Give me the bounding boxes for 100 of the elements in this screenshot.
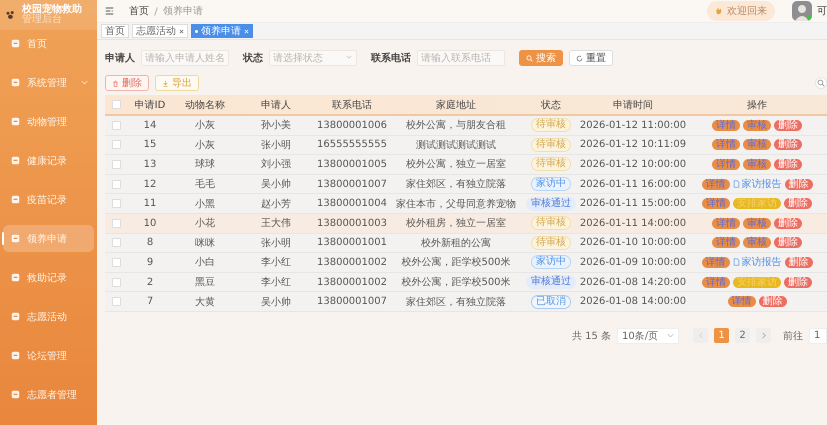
table-cell-text: 李小红 — [260, 276, 292, 290]
menu-icon — [11, 78, 20, 87]
sidebar-item[interactable]: 论坛管理 — [3, 342, 94, 369]
menu-icon — [11, 156, 20, 165]
review-button[interactable]: 审核 — [743, 120, 771, 131]
delete-button[interactable]: 删除 — [774, 120, 802, 131]
reset-button[interactable]: 重置 — [569, 50, 613, 66]
sidebar-item[interactable]: 动物管理 — [3, 108, 94, 135]
table-cell-text: 校外公寓，独立一居室 — [405, 158, 507, 172]
user-name[interactable]: 可 — [817, 4, 827, 18]
sidebar-item[interactable]: 领养申请 — [3, 225, 94, 252]
row-checkbox[interactable] — [112, 180, 120, 189]
sidebar-item[interactable]: 救助记录 — [3, 264, 94, 291]
detail-button[interactable]: 详情 — [712, 120, 740, 131]
table-cell-text: 8 — [146, 237, 154, 248]
close-icon[interactable] — [179, 28, 184, 34]
row-checkbox[interactable] — [112, 297, 120, 306]
delete-button[interactable]: 删除 — [774, 237, 802, 248]
table-row[interactable]: 10 小花 王大伟 13800001003 校外租房，独立一居室 待审核 2026-01-11 14:00:00 详情 审核 删除 — [105, 214, 827, 234]
breadcrumb-item[interactable]: 首页 — [129, 4, 149, 18]
detail-button[interactable]: 详情 — [702, 276, 730, 288]
table-cell-text: 小灰 — [194, 118, 216, 132]
filter-field[interactable]: 请输入联系电话 — [417, 50, 505, 66]
page-tab[interactable]: 首页 — [101, 24, 129, 38]
table-cell-text: 校外公寓，距学校500米 — [400, 256, 512, 270]
sidebar-item[interactable]: 疫苗记录 — [3, 186, 94, 213]
search-icon-button[interactable] — [815, 77, 827, 89]
delete-button[interactable]: 删除 — [784, 178, 812, 190]
page-button[interactable]: 1 — [714, 328, 729, 344]
chevron-down-icon — [667, 333, 674, 338]
search-button[interactable]: 搜索 — [519, 50, 563, 66]
table-cell-text: 13800001003 — [316, 218, 388, 229]
table-cell-text: 16555555555 — [316, 139, 388, 150]
filter-field[interactable]: 请输入申请人姓名 — [141, 50, 229, 66]
sidebar-item[interactable]: 健康记录 — [3, 147, 94, 174]
sidebar-item[interactable]: 系统管理 — [3, 69, 94, 96]
detail-button[interactable]: 详情 — [712, 158, 740, 170]
detail-button[interactable]: 详情 — [712, 139, 740, 150]
row-checkbox[interactable] — [112, 258, 120, 267]
table-row[interactable]: 15 小灰 张小明 16555555555 测试测试测试测试 待审核 2026-01-12 10:11:09 详情 审核 删除 — [105, 136, 827, 156]
review-button[interactable]: 审核 — [743, 218, 771, 229]
column-header: 操作 — [746, 98, 768, 112]
row-checkbox[interactable] — [112, 218, 120, 228]
detail-button[interactable]: 详情 — [712, 218, 740, 229]
row-checkbox[interactable] — [112, 278, 120, 287]
status-tag: 待审核 — [531, 157, 571, 172]
detail-button[interactable]: 详情 — [702, 198, 730, 210]
row-checkbox[interactable] — [112, 160, 120, 169]
welcome-badge: 欢迎回来 — [707, 1, 775, 21]
delete-button[interactable]: 删除 — [784, 198, 812, 210]
sidebar-item[interactable]: 首页 — [3, 30, 94, 57]
detail-button[interactable]: 详情 — [702, 178, 730, 190]
delete-button[interactable]: 删除 — [758, 296, 786, 308]
previous-page-button[interactable] — [693, 328, 708, 344]
review-button[interactable]: 审核 — [743, 237, 771, 248]
user-avatar[interactable] — [792, 1, 812, 21]
table-cell-text: 7 — [146, 296, 154, 308]
table-cell-text: 咪咪 — [194, 236, 216, 250]
home-visit-report-link[interactable]: 家访报告 — [732, 255, 782, 270]
review-button[interactable]: 审核 — [743, 139, 771, 150]
table-row[interactable]: 9 小白 李小红 13800001002 校外公寓，距学校500米 家访中 2026-01-09 10:00:00 详情 家访报告 删除 — [105, 253, 827, 273]
sidebar-item[interactable]: 志愿活动 — [3, 303, 94, 330]
select-all-checkbox[interactable] — [112, 100, 120, 109]
row-checkbox[interactable] — [112, 140, 120, 150]
row-checkbox[interactable] — [112, 199, 120, 208]
table-row[interactable]: 7 大黄 吴小帅 13800001007 家住郊区，有独立院落 已取消 2026-01-08 14:00:00 详情 删除 — [105, 292, 827, 312]
menu-toggle-icon[interactable] — [105, 7, 114, 15]
detail-button[interactable]: 详情 — [702, 256, 730, 268]
table-row[interactable]: 14 小灰 孙小美 13800001006 校外公寓，与朋友合租 待审核 2026-01-12 11:00:00 详情 审核 删除 — [105, 116, 827, 136]
column-header: 申请人 — [260, 98, 292, 112]
detail-button[interactable]: 详情 — [728, 296, 756, 308]
sidebar-item[interactable]: 志愿者管理 — [3, 381, 94, 408]
table-row[interactable]: 13 球球 刘小强 13800001005 校外公寓，独立一居室 待审核 2026-01-12 10:00:00 详情 审核 删除 — [105, 155, 827, 175]
delete-button[interactable]: 删除 — [105, 75, 149, 91]
page-tab[interactable]: 志愿活动 — [132, 24, 188, 38]
page-size-select[interactable]: 10条/页 — [617, 328, 679, 344]
filter-field[interactable]: 请选择状态 — [269, 50, 357, 66]
next-page-button[interactable] — [756, 328, 771, 344]
delete-button[interactable]: 删除 — [784, 276, 812, 288]
goto-page-field[interactable]: 1 — [809, 328, 827, 344]
table-row[interactable]: 2 黑豆 李小红 13800001002 校外公寓，距学校500米 审核通过 2026-01-08 14:20:00 详情 安排家访 删除 — [105, 272, 827, 292]
row-checkbox[interactable] — [112, 238, 120, 248]
review-button[interactable]: 审核 — [743, 158, 771, 170]
delete-button[interactable]: 删除 — [784, 256, 812, 268]
table-row[interactable]: 8 咪咪 张小明 13800001001 校外新租的公寓 待审核 2026-01-10 10:00:00 详情 审核 删除 — [105, 234, 827, 254]
table-cell-text: 13800001007 — [316, 178, 388, 190]
table-cell: 2026-01-12 10:00:00 — [579, 158, 687, 170]
page-tab[interactable]: 领养申请 — [191, 24, 253, 38]
export-button[interactable]: 导出 — [155, 75, 199, 91]
delete-button[interactable]: 删除 — [774, 158, 802, 170]
delete-button[interactable]: 删除 — [774, 218, 802, 229]
column-header: 申请ID — [134, 98, 166, 112]
page-button[interactable]: 2 — [735, 328, 750, 344]
table-cell-text: 黑豆 — [194, 276, 216, 290]
delete-button[interactable]: 删除 — [774, 139, 802, 150]
row-checkbox[interactable] — [112, 120, 120, 130]
table-row[interactable]: 12 毛毛 吴小帅 13800001007 家住郊区，有独立院落 家访中 2026-01-11 16:00:00 详情 家访报告 删除 — [105, 174, 827, 194]
detail-button[interactable]: 详情 — [712, 237, 740, 248]
status-tag: 家访中 — [531, 177, 571, 192]
home-visit-report-link[interactable]: 家访报告 — [732, 177, 782, 192]
